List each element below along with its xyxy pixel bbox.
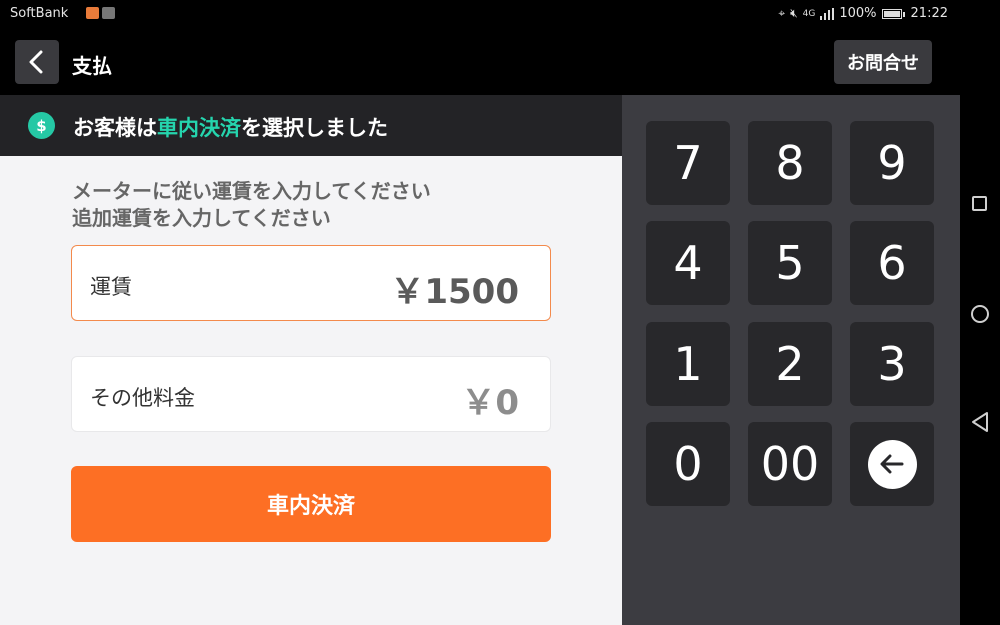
home-icon[interactable] (971, 305, 989, 323)
other-fee-field[interactable]: その他料金 ￥0 (71, 356, 551, 432)
key-8[interactable]: 8 (748, 121, 832, 205)
notification-app-icon (86, 7, 99, 19)
notification-icons (86, 7, 115, 19)
payment-method-banner: $ お客様は車内決済を選択しました (0, 95, 622, 156)
banner-text-before: お客様は (73, 116, 157, 140)
recents-icon[interactable] (972, 196, 987, 211)
status-bar: SoftBank ⌖ 🔇︎ 4G 100% 21:22 (0, 0, 960, 28)
banner-payment-method: 車内決済 (157, 116, 241, 140)
contact-button[interactable]: お問合せ (834, 40, 932, 84)
mute-icon: 🔇︎ (790, 6, 798, 20)
key-1[interactable]: 1 (646, 322, 730, 406)
carrier-name: SoftBank (10, 6, 69, 21)
key-2[interactable]: 2 (748, 322, 832, 406)
fare-label: 運賃 (90, 275, 132, 299)
key-4[interactable]: 4 (646, 221, 730, 305)
signal-icon (820, 7, 835, 20)
fare-field[interactable]: 運賃 ￥1500 (71, 245, 551, 321)
key-5[interactable]: 5 (748, 221, 832, 305)
back-button[interactable] (15, 40, 59, 84)
mail-notification-icon (102, 7, 115, 19)
chevron-left-icon (29, 50, 43, 74)
key-6[interactable]: 6 (850, 221, 934, 305)
system-status: ⌖ 🔇︎ 4G 100% 21:22 (778, 6, 948, 21)
network-type: 4G (802, 8, 816, 19)
key-9[interactable]: 9 (850, 121, 934, 205)
key-3[interactable]: 3 (850, 322, 934, 406)
page-title: 支払 (72, 54, 112, 78)
key-0[interactable]: 0 (646, 422, 730, 506)
in-car-payment-button[interactable]: 車内決済 (71, 466, 551, 542)
payment-method-message: お客様は車内決済を選択しました (73, 112, 388, 142)
backspace-key[interactable] (850, 422, 934, 506)
app-header: 支払 お問合せ (0, 28, 960, 95)
backspace-arrow-icon (867, 439, 917, 489)
battery-percent: 100% (839, 6, 877, 21)
clock: 21:22 (910, 6, 948, 21)
banner-text-after: を選択しました (241, 116, 388, 140)
fare-value: ￥1500 (390, 272, 519, 312)
payment-panel: $ お客様は車内決済を選択しました メーターに従い運賃を入力してください 追加運… (0, 95, 622, 625)
dollar-icon: $ (28, 112, 55, 139)
other-fee-value: ￥0 (461, 383, 519, 423)
key-7[interactable]: 7 (646, 121, 730, 205)
battery-icon (881, 8, 905, 19)
other-fee-label: その他料金 (90, 386, 195, 410)
location-icon: ⌖ (778, 6, 786, 20)
nav-back-icon[interactable] (970, 411, 990, 433)
instruction-line-1: メーターに従い運賃を入力してください (72, 179, 431, 203)
key-00[interactable]: 00 (748, 422, 832, 506)
instruction-line-2: 追加運賃を入力してください (72, 206, 331, 230)
numeric-keypad: 7 8 9 4 5 6 1 2 3 0 00 (622, 95, 960, 625)
